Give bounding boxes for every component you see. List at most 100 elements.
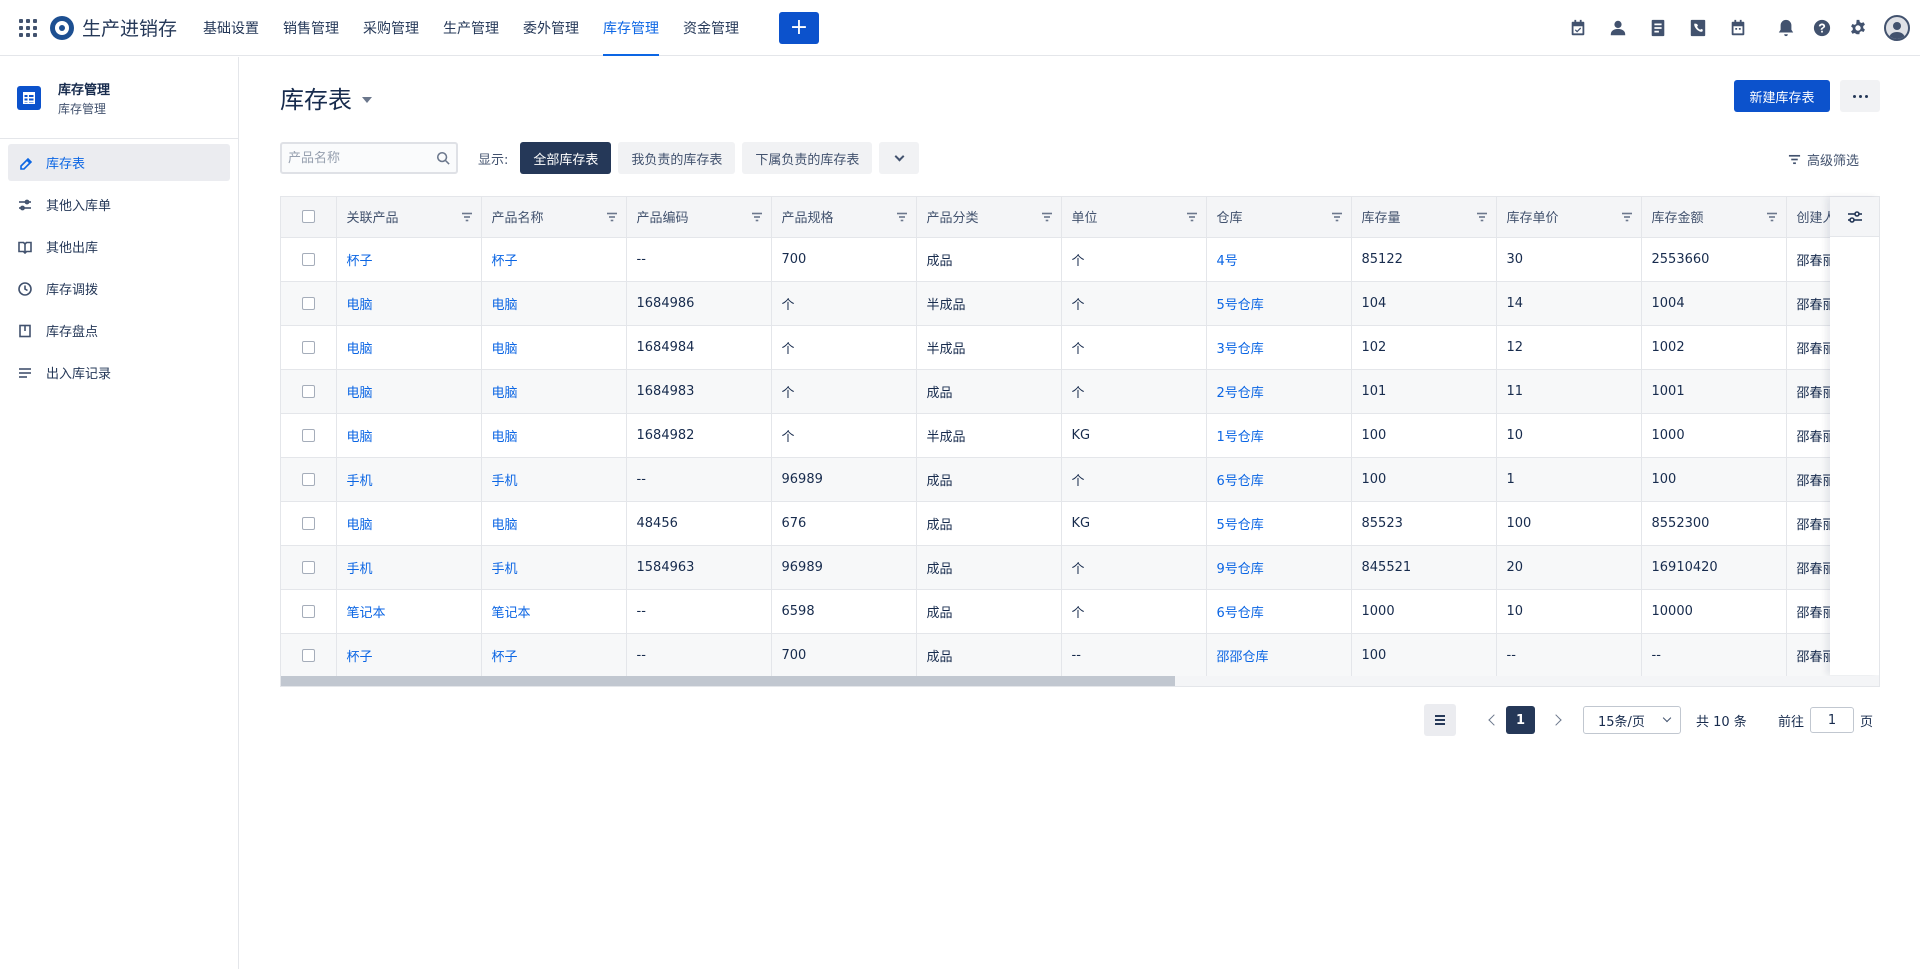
list-view-button[interactable]	[1424, 704, 1456, 736]
page-title[interactable]: 库存表	[280, 80, 372, 115]
column-filter-icon[interactable]	[1621, 211, 1633, 223]
column-header[interactable]: 产品名称	[481, 197, 627, 238]
view-segment-2[interactable]: 下属负责的库存表	[742, 142, 873, 174]
app-switcher-icon[interactable]	[0, 0, 56, 56]
table-row[interactable]: 电脑 电脑 1684983 个成品个 2号仓库 101 11 1001 邵春丽	[281, 369, 1879, 414]
column-filter-icon[interactable]	[606, 211, 618, 223]
column-filter-icon[interactable]	[896, 211, 908, 223]
table-cell[interactable]: 3号仓库	[1206, 325, 1352, 370]
contact-icon[interactable]	[1598, 8, 1638, 48]
nav-item-4[interactable]: 委外管理	[511, 0, 591, 56]
nav-item-2[interactable]: 采购管理	[351, 0, 431, 56]
column-settings-button[interactable]	[1830, 197, 1879, 237]
table-cell[interactable]: 电脑	[481, 413, 627, 458]
table-cell[interactable]: 杯子	[336, 237, 482, 282]
table-cell[interactable]: 5号仓库	[1206, 501, 1352, 546]
table-cell[interactable]: 6号仓库	[1206, 589, 1352, 634]
view-segment-0[interactable]: 全部库存表	[520, 142, 612, 174]
user-avatar-icon[interactable]	[1884, 15, 1910, 41]
sidebar-item-0[interactable]: 库存表	[8, 144, 230, 181]
table-cell[interactable]: 电脑	[336, 501, 482, 546]
table-cell[interactable]: 笔记本	[481, 589, 627, 634]
row-checkbox[interactable]	[301, 472, 315, 486]
more-actions-button[interactable]	[1840, 80, 1880, 112]
column-header[interactable]: 单位	[1061, 197, 1207, 238]
goto-page-input[interactable]	[1810, 707, 1855, 733]
document-icon[interactable]	[1638, 8, 1678, 48]
table-cell[interactable]: 笔记本	[336, 589, 482, 634]
gear-icon[interactable]	[1840, 8, 1876, 48]
search-input[interactable]	[288, 150, 436, 166]
table-cell[interactable]: 电脑	[481, 325, 627, 370]
table-cell[interactable]: 4号	[1206, 237, 1352, 282]
row-checkbox[interactable]	[301, 252, 315, 266]
table-row[interactable]: 电脑 电脑 1684984 个半成品个 3号仓库 102 12 1002 邵春丽	[281, 325, 1879, 370]
table-cell[interactable]: 电脑	[336, 413, 482, 458]
column-filter-icon[interactable]	[461, 211, 473, 223]
sidebar-item-4[interactable]: 库存盘点	[8, 312, 230, 349]
table-cell[interactable]: 电脑	[336, 281, 482, 326]
row-checkbox[interactable]	[301, 648, 315, 662]
phone-icon[interactable]	[1678, 8, 1718, 48]
table-row[interactable]: 杯子 杯子 -- 700 成品 -- 邵邵仓库 100 -- -- 邵春丽	[281, 633, 1879, 678]
column-header[interactable]: 仓库	[1206, 197, 1352, 238]
help-icon[interactable]	[1804, 8, 1840, 48]
row-checkbox[interactable]	[301, 516, 315, 530]
nav-item-3[interactable]: 生产管理	[431, 0, 511, 56]
table-cell[interactable]: 杯子	[336, 633, 482, 678]
table-row[interactable]: 笔记本 笔记本 -- 6598 成品个 6号仓库 1000 10 10000 邵春丽	[281, 589, 1879, 634]
table-cell[interactable]: 2号仓库	[1206, 369, 1352, 414]
sidebar-item-1[interactable]: 其他入库单	[8, 186, 230, 223]
table-cell[interactable]: 6号仓库	[1206, 457, 1352, 502]
more-views-button[interactable]	[879, 142, 920, 174]
column-header[interactable]: 产品规格	[771, 197, 917, 238]
search-icon[interactable]	[436, 151, 450, 165]
horizontal-scrollbar[interactable]	[281, 676, 1879, 686]
table-row[interactable]: 电脑 电脑 1684982 个半成品 KG 1号仓库 100 10 1000 邵春丽	[281, 413, 1879, 458]
column-header[interactable]: 产品分类	[916, 197, 1062, 238]
table-cell[interactable]: 1号仓库	[1206, 413, 1352, 458]
nav-item-1[interactable]: 销售管理	[271, 0, 351, 56]
column-header[interactable]: 产品编码	[626, 197, 772, 238]
column-filter-icon[interactable]	[751, 211, 763, 223]
table-cell[interactable]: 电脑	[481, 501, 627, 546]
table-cell[interactable]: 电脑	[336, 325, 482, 370]
table-cell[interactable]: 5号仓库	[1206, 281, 1352, 326]
column-filter-icon[interactable]	[1041, 211, 1053, 223]
nav-item-5[interactable]: 库存管理	[591, 0, 671, 56]
calendar-check-icon[interactable]	[1558, 8, 1598, 48]
row-checkbox[interactable]	[301, 296, 315, 310]
column-filter-icon[interactable]	[1331, 211, 1343, 223]
row-checkbox[interactable]	[301, 604, 315, 618]
view-segment-1[interactable]: 我负责的库存表	[618, 142, 736, 174]
row-checkbox[interactable]	[301, 384, 315, 398]
sidebar-item-3[interactable]: 库存调拨	[8, 270, 230, 307]
sidebar-item-5[interactable]: 出入库记录	[8, 354, 230, 391]
column-filter-icon[interactable]	[1186, 211, 1198, 223]
table-row[interactable]: 电脑 电脑 48456 676 成品 KG 5号仓库 85523 100 8552300 邵春丽	[281, 501, 1879, 546]
page-size-select[interactable]: 15条/页	[1583, 706, 1681, 734]
table-cell[interactable]: 9号仓库	[1206, 545, 1352, 590]
table-row[interactable]: 手机 手机 1584963 96989 成品个 9号仓库 845521 20 16910420 邵…	[281, 545, 1879, 590]
new-inventory-button[interactable]: 新建库存表	[1734, 80, 1830, 112]
next-page-button[interactable]	[1544, 704, 1568, 736]
table-cell[interactable]: 电脑	[481, 369, 627, 414]
column-header[interactable]: 库存单价	[1496, 197, 1642, 238]
column-filter-icon[interactable]	[1476, 211, 1488, 223]
column-header[interactable]: 库存量	[1351, 197, 1497, 238]
nav-item-6[interactable]: 资金管理	[671, 0, 751, 56]
table-cell[interactable]: 手机	[481, 457, 627, 502]
column-header[interactable]: 关联产品	[336, 197, 482, 238]
column-filter-icon[interactable]	[1766, 211, 1778, 223]
row-checkbox[interactable]	[301, 560, 315, 574]
sidebar-item-2[interactable]: 其他出库	[8, 228, 230, 265]
table-cell[interactable]: 杯子	[481, 633, 627, 678]
table-row[interactable]: 电脑 电脑 1684986 个半成品个 5号仓库 104 14 1004 邵春丽	[281, 281, 1879, 326]
row-checkbox[interactable]	[301, 428, 315, 442]
table-cell[interactable]: 手机	[336, 457, 482, 502]
page-number-current[interactable]: 1	[1506, 706, 1535, 734]
prev-page-button[interactable]	[1482, 704, 1506, 736]
advanced-filter-button[interactable]: 高级筛选	[1788, 150, 1859, 169]
scrollbar-thumb[interactable]	[281, 676, 1175, 686]
table-cell[interactable]: 杯子	[481, 237, 627, 282]
